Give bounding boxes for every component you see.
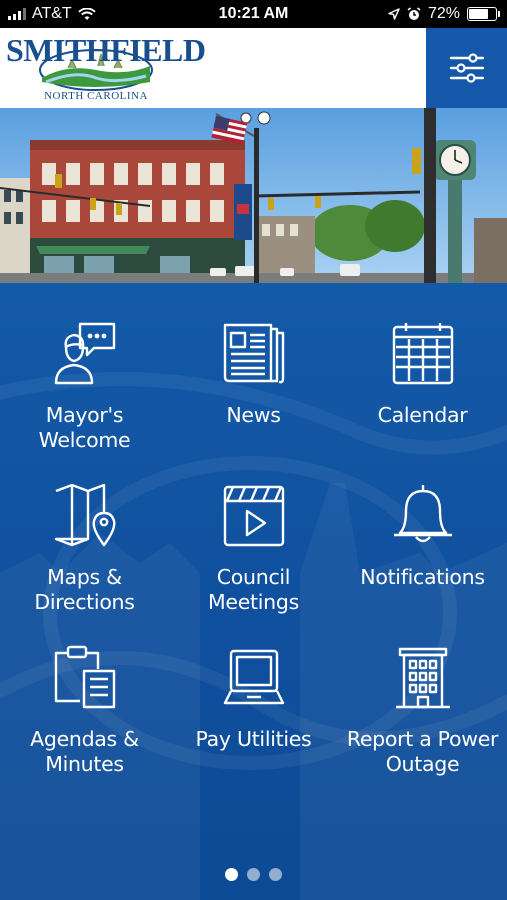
tile-label: Pay Utilities bbox=[195, 727, 312, 751]
video-clapper-icon bbox=[223, 485, 285, 547]
tile-notifications[interactable]: Notifications bbox=[338, 445, 507, 607]
tile-mayors-welcome[interactable]: Mayor's Welcome bbox=[0, 283, 169, 452]
page-dot-3[interactable] bbox=[269, 868, 282, 881]
tile-label: News bbox=[226, 403, 281, 427]
tile-report-power-outage[interactable]: Report a Power Outage bbox=[338, 607, 507, 776]
map-pin-icon bbox=[54, 483, 116, 547]
page-dot-1[interactable] bbox=[225, 868, 238, 881]
tile-pay-utilities[interactable]: Pay Utilities bbox=[169, 607, 338, 769]
page-dot-2[interactable] bbox=[247, 868, 260, 881]
newspaper-icon bbox=[223, 323, 285, 384]
logo-subtitle: NORTH CAROLINA bbox=[44, 90, 148, 102]
calendar-icon bbox=[392, 323, 454, 385]
tile-council-meetings[interactable]: Council Meetings bbox=[169, 445, 338, 614]
page-indicator bbox=[0, 868, 507, 881]
battery-icon bbox=[467, 7, 500, 21]
battery-percent: 72% bbox=[427, 5, 460, 22]
status-right: 72% bbox=[388, 5, 500, 23]
alarm-icon bbox=[407, 7, 421, 20]
app-header: SMITHFIELD NORTH CAROLINA bbox=[0, 28, 507, 108]
downtown-street-image bbox=[0, 108, 507, 283]
sliders-icon bbox=[449, 53, 484, 83]
logo-title: SMITHFIELD bbox=[6, 32, 206, 68]
tile-label: Notifications bbox=[360, 565, 485, 589]
tile-label: Agendas & Minutes bbox=[30, 727, 139, 776]
tile-maps-directions[interactable]: Maps & Directions bbox=[0, 445, 169, 614]
tile-calendar[interactable]: Calendar bbox=[338, 283, 507, 445]
clipboard-docs-icon bbox=[54, 645, 116, 709]
hero-town-photo bbox=[0, 108, 507, 283]
building-icon bbox=[396, 647, 450, 709]
smithfield-logo[interactable]: SMITHFIELD NORTH CAROLINA bbox=[6, 30, 206, 106]
tile-news[interactable]: News bbox=[169, 283, 338, 445]
home-menu: Mayor's Welcome News Calendar Maps & Dir… bbox=[0, 283, 507, 900]
tile-label: Report a Power Outage bbox=[346, 727, 499, 776]
tile-agendas-minutes[interactable]: Agendas & Minutes bbox=[0, 607, 169, 776]
menu-button[interactable] bbox=[426, 28, 507, 108]
tile-label: Calendar bbox=[377, 403, 468, 427]
bell-icon bbox=[394, 485, 452, 543]
speech-person-icon bbox=[54, 322, 116, 385]
status-bar: AT&T 10:21 AM 72% bbox=[0, 0, 507, 28]
location-icon bbox=[388, 8, 400, 20]
laptop-icon bbox=[223, 649, 285, 705]
